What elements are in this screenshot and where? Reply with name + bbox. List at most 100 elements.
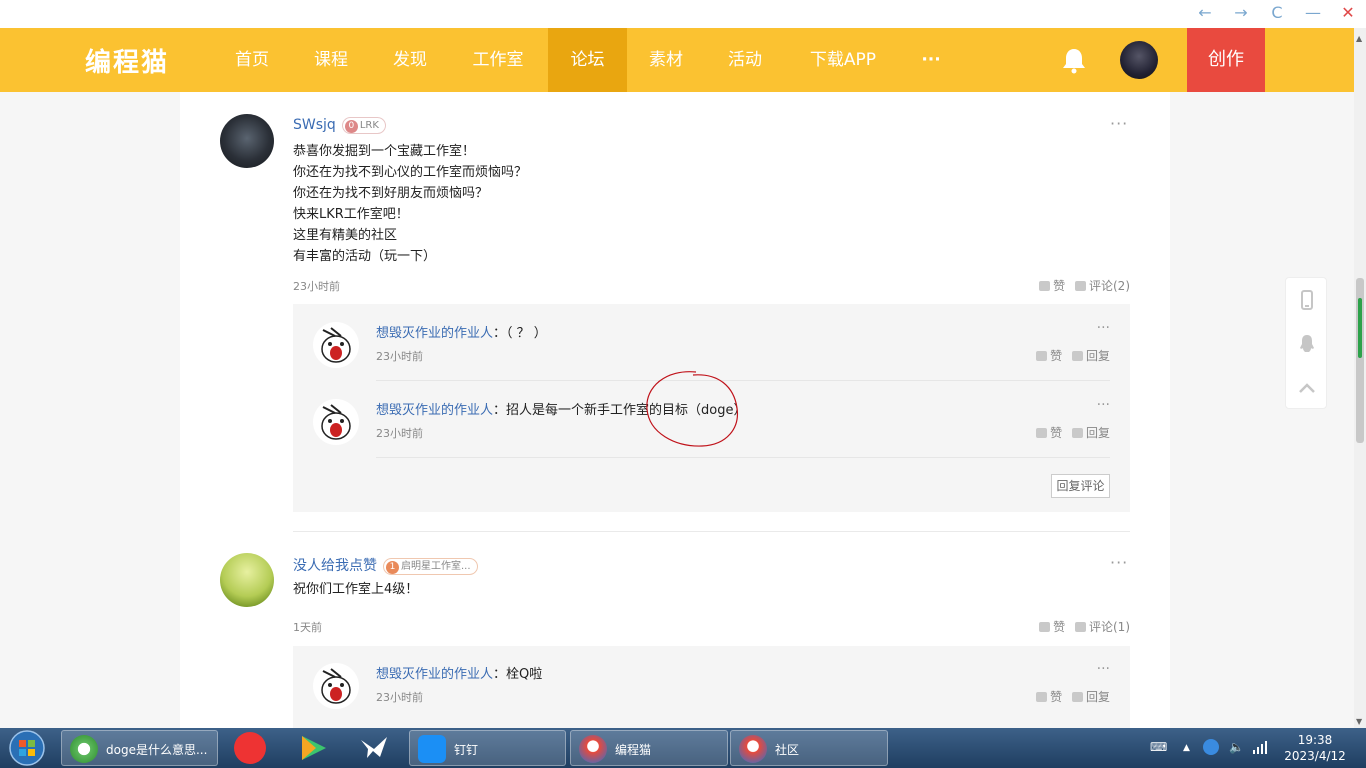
nav-item-download-app[interactable]: 下载APP xyxy=(795,28,891,92)
replier-avatar[interactable] xyxy=(313,663,359,709)
side-toolbar xyxy=(1285,277,1327,409)
more-options-icon[interactable]: ··· xyxy=(1110,114,1128,133)
like-label: 赞 xyxy=(1053,620,1066,634)
reply-comment-button[interactable]: 回复评论 xyxy=(1051,474,1110,498)
reply-reply-button[interactable]: 回复 xyxy=(1071,690,1110,704)
signal-icon[interactable] xyxy=(1252,740,1268,757)
commenter-avatar[interactable] xyxy=(220,553,274,607)
network-app-icon[interactable] xyxy=(1203,739,1219,755)
more-options-icon[interactable]: ··· xyxy=(1110,553,1128,572)
reply-reply-button[interactable]: 回复 xyxy=(1071,349,1110,363)
refresh-icon[interactable]: C xyxy=(1267,3,1287,22)
nav-item-studio[interactable]: 工作室 xyxy=(458,28,538,92)
minimize-icon[interactable]: — xyxy=(1303,3,1323,22)
scrollbar-thumb[interactable] xyxy=(1356,278,1364,443)
taskbar-item-label: doge是什么意思... xyxy=(106,743,208,757)
codemao-icon xyxy=(739,735,767,763)
system-clock[interactable]: 19:38 2023/4/12 xyxy=(1280,732,1350,764)
keyboard-icon[interactable]: ⌨ xyxy=(1150,740,1167,754)
comment-icon xyxy=(1075,281,1086,291)
comment-button[interactable]: 评论(1) xyxy=(1075,620,1130,634)
reply-time: 23小时前 xyxy=(376,691,423,704)
meme-face-icon xyxy=(321,404,351,440)
taskbar-item-label: 钉钉 xyxy=(454,743,479,757)
comment-icon xyxy=(1075,622,1086,632)
commenter-avatar[interactable] xyxy=(220,114,274,168)
commenter-name[interactable]: 没人给我点赞 1 启明星工作室... xyxy=(293,555,478,575)
bird-app-icon[interactable] xyxy=(358,732,390,764)
nav-item-discover[interactable]: 发现 xyxy=(377,28,443,92)
red-circle-annotation xyxy=(646,371,739,447)
page-scrollbar[interactable]: ▲ ▼ xyxy=(1354,28,1366,728)
back-to-top-icon[interactable] xyxy=(1297,378,1317,398)
reply-text: ：栓Q啦 xyxy=(493,667,543,682)
bell-icon[interactable] xyxy=(1061,46,1087,74)
mobile-icon[interactable] xyxy=(1297,290,1317,310)
reply-reply-button[interactable]: 回复 xyxy=(1071,426,1110,440)
like-button[interactable]: 赞 xyxy=(1039,620,1065,634)
comment-actions: 赞 评论(2) xyxy=(1039,277,1130,294)
replier-avatar[interactable] xyxy=(313,322,359,368)
like-label: 赞 xyxy=(1050,426,1063,440)
replier-name[interactable]: 想毁灭作业的作业人 xyxy=(376,667,493,682)
forward-icon[interactable]: → xyxy=(1231,3,1251,22)
like-label: 赞 xyxy=(1050,690,1063,704)
nav-item-materials[interactable]: 素材 xyxy=(634,28,698,92)
dingtalk-icon xyxy=(418,735,446,763)
reply-like-button[interactable]: 赞 xyxy=(1036,690,1062,704)
user-avatar[interactable] xyxy=(1120,41,1158,79)
nav-item-courses[interactable]: 课程 xyxy=(298,28,364,92)
like-button[interactable]: 赞 xyxy=(1039,279,1065,293)
create-button[interactable]: 创作 xyxy=(1187,28,1265,92)
reply-more-icon[interactable]: ··· xyxy=(1097,320,1110,336)
back-icon[interactable]: ← xyxy=(1195,3,1215,22)
taskbar-item-codemao[interactable]: 编程猫 xyxy=(570,730,728,766)
nav-item-forum[interactable]: 论坛 xyxy=(548,28,627,92)
meme-face-icon xyxy=(321,327,351,363)
scroll-up-icon[interactable]: ▲ xyxy=(1356,34,1362,43)
qq-icon[interactable] xyxy=(1297,334,1317,354)
comment-icon xyxy=(1071,428,1083,438)
reply-time: 23小时前 xyxy=(376,427,423,440)
meme-face-icon xyxy=(321,668,351,704)
commenter-name-text[interactable]: SWsjq xyxy=(293,117,336,133)
reply-label: 回复 xyxy=(1085,349,1110,363)
divider xyxy=(376,457,1110,458)
reply-more-icon[interactable]: ··· xyxy=(1097,661,1110,677)
nav-item-activities[interactable]: 活动 xyxy=(713,28,777,92)
comment-count-label: 评论(2) xyxy=(1089,279,1130,293)
replier-name[interactable]: 想毁灭作业的作业人 xyxy=(376,403,493,418)
replier-name[interactable]: 想毁灭作业的作业人 xyxy=(376,326,493,341)
reply-item: 想毁灭作业的作业人：招人是每一个新手工作室的目标（doge） ··· 23小时前… xyxy=(313,371,1110,459)
badge-level: 0 xyxy=(344,120,358,133)
comment-item: SWsjq 0 LRK ··· 恭喜你发掘到一个宝藏工作室！ 你还在为找不到心仪的工… xyxy=(180,92,1170,532)
replier-avatar[interactable] xyxy=(313,399,359,445)
taskbar-item-browser[interactable]: doge是什么意思... xyxy=(61,730,218,766)
reply-time: 23小时前 xyxy=(376,350,423,363)
comment-button[interactable]: 评论(2) xyxy=(1075,279,1130,293)
commenter-name-text[interactable]: 没人给我点赞 xyxy=(293,558,377,574)
taskbar-item-community[interactable]: 社区 xyxy=(730,730,888,766)
nav-item-home[interactable]: 首页 xyxy=(219,28,285,92)
windows-taskbar: doge是什么意思... 钉钉 编程猫 社区 ⌨ ▲ 🔈 19:38 2023/4… xyxy=(0,728,1366,768)
close-icon[interactable]: ✕ xyxy=(1338,3,1358,22)
taskbar-item-dingtalk[interactable]: 钉钉 xyxy=(409,730,566,766)
reply-like-button[interactable]: 赞 xyxy=(1036,426,1062,440)
like-label: 赞 xyxy=(1053,279,1066,293)
volume-icon[interactable]: 🔈 xyxy=(1229,740,1244,754)
site-logo[interactable]: 编程猫 xyxy=(85,42,169,79)
reply-like-button[interactable]: 赞 xyxy=(1036,349,1062,363)
nav-more-icon[interactable]: ··· xyxy=(911,28,951,92)
thumb-up-icon xyxy=(1036,428,1048,438)
scroll-down-icon[interactable]: ▼ xyxy=(1356,717,1362,726)
video-player-icon[interactable] xyxy=(297,732,329,764)
netease-music-icon[interactable] xyxy=(234,732,266,764)
reply-actions: 赞 回复 xyxy=(1036,347,1110,364)
reply-more-icon[interactable]: ··· xyxy=(1097,397,1110,413)
tray-expand-icon[interactable]: ▲ xyxy=(1183,743,1190,753)
taskbar-item-label: 社区 xyxy=(775,743,800,757)
reply-actions: 赞 回复 xyxy=(1036,688,1110,705)
windows-start-icon[interactable] xyxy=(2,729,52,767)
commenter-name[interactable]: SWsjq 0 LRK xyxy=(293,117,386,134)
comment-line: 有丰富的活动（玩一下） xyxy=(293,249,437,264)
